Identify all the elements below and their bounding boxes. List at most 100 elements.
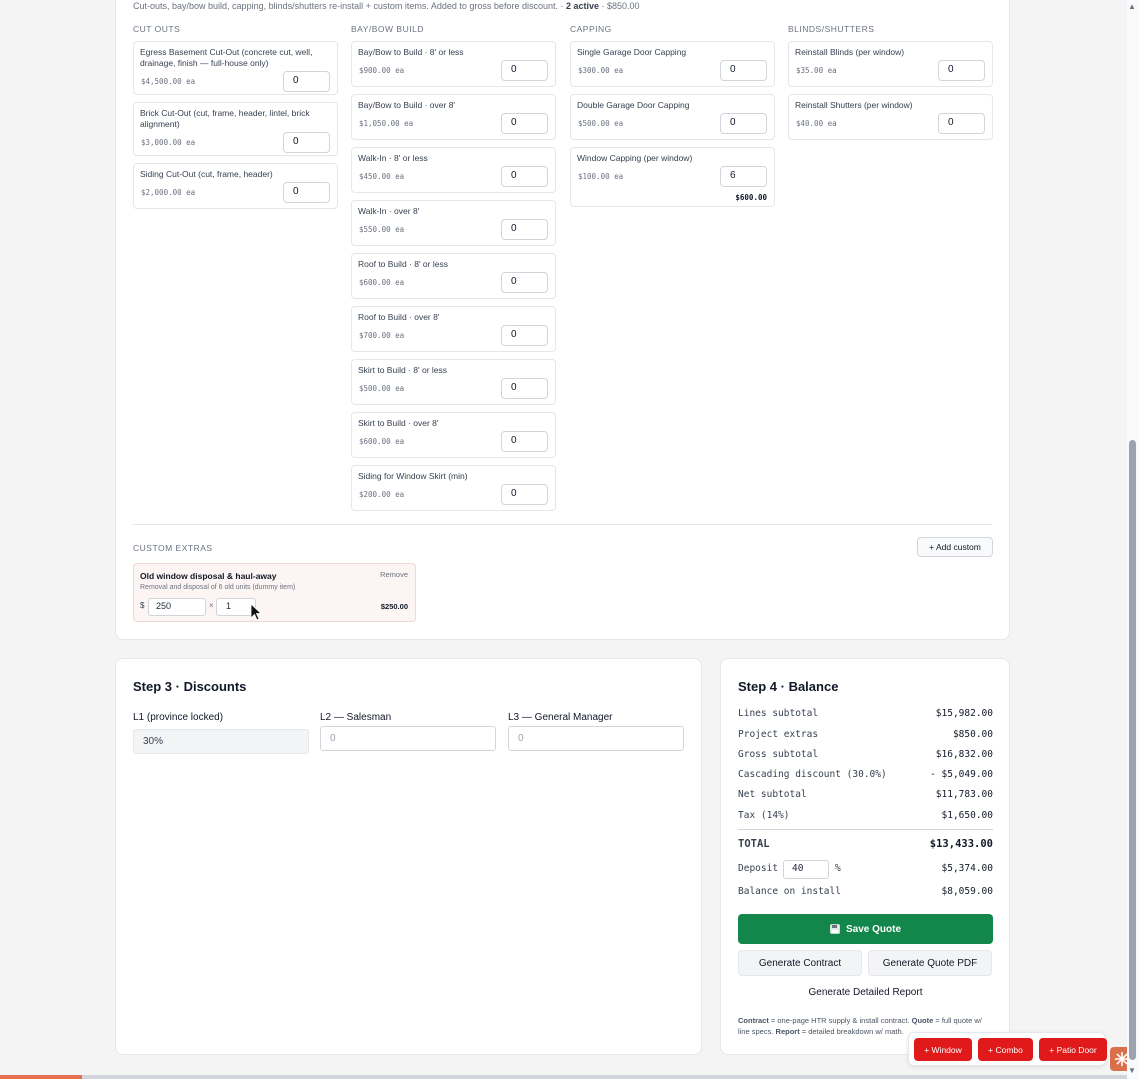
l1-label: L1 (province locked) <box>133 712 224 723</box>
extra-item-name: Egress Basement Cut-Out (concrete cut, w… <box>140 47 313 68</box>
generate-contract-button[interactable]: Generate Contract <box>738 950 862 976</box>
extra-item: Walk-In · over 8' $550.00 ea 0 <box>351 200 556 246</box>
balance-row-label: Net subtotal <box>738 789 807 800</box>
custom-price-input[interactable]: 250 <box>148 598 206 616</box>
balance-row-label: Gross subtotal <box>738 749 819 760</box>
balance-row: Gross subtotal $16,832.00 <box>738 749 993 760</box>
add-patio-door-button[interactable]: + Patio Door <box>1039 1038 1107 1061</box>
balance-on-install-label: Balance on install <box>738 886 841 897</box>
extra-item: Reinstall Blinds (per window) $35.00 ea 0 <box>788 41 993 87</box>
deposit-percent-input[interactable]: 40 <box>783 860 829 879</box>
divider <box>133 524 992 525</box>
extra-item-name: Reinstall Shutters (per window) <box>795 100 913 110</box>
extra-item-name: Skirt to Build · 8' or less <box>358 365 448 375</box>
extra-item-name: Walk-In · 8' or less <box>358 153 428 163</box>
extra-item-name: Reinstall Blinds (per window) <box>795 47 905 57</box>
extra-item: Bay/Bow to Build · over 8' $1,050.00 ea 0 <box>351 94 556 140</box>
total-label: TOTAL <box>738 838 770 850</box>
total-divider <box>738 829 993 830</box>
extra-item-qty-input[interactable]: 0 <box>501 219 548 240</box>
add-window-button[interactable]: + Window <box>914 1038 972 1061</box>
add-combo-button[interactable]: + Combo <box>978 1038 1033 1061</box>
extra-item-price: $450.00 ea <box>359 172 405 181</box>
balance-row-label: Tax (14%) <box>738 810 790 821</box>
balance-row-value: $11,783.00 <box>935 789 993 800</box>
extra-item-qty-input[interactable]: 0 <box>501 484 548 505</box>
extra-item-price: $2,000.00 ea <box>141 188 196 197</box>
scroll-up-icon[interactable]: ▲ <box>1128 2 1136 11</box>
extra-item-price: $200.00 ea <box>359 490 405 499</box>
custom-extra-total: $250.00 <box>380 602 408 611</box>
generate-quote-pdf-button[interactable]: Generate Quote PDF <box>868 950 992 976</box>
extra-item-qty-input[interactable]: 0 <box>283 132 330 153</box>
extra-item: Egress Basement Cut-Out (concrete cut, w… <box>133 41 338 95</box>
extra-item-qty-input[interactable]: 0 <box>501 378 548 399</box>
extra-item-qty-input[interactable]: 0 <box>720 60 767 81</box>
extra-item-qty-input[interactable]: 0 <box>501 113 548 134</box>
extra-item-name: Single Garage Door Capping <box>577 47 687 57</box>
extra-item-qty-input[interactable]: 0 <box>501 325 548 346</box>
extra-item-qty-input[interactable]: 0 <box>938 113 985 134</box>
column-title: CAPPING <box>570 24 612 34</box>
balance-row: Project extras $850.00 <box>738 729 993 740</box>
l2-label: L2 — Salesman <box>320 712 392 723</box>
extra-item-price: $500.00 ea <box>578 119 624 128</box>
l3-manager-input[interactable]: 0 <box>508 726 684 751</box>
custom-extra-item: Old window disposal & haul-away Removal … <box>133 563 416 622</box>
extra-item: Single Garage Door Capping $300.00 ea 0 <box>570 41 775 87</box>
extra-item: Walk-In · 8' or less $450.00 ea 0 <box>351 147 556 193</box>
extra-item: Siding Cut-Out (cut, frame, header) $2,00… <box>133 163 338 209</box>
extra-item-name: Siding for Window Skirt (min) <box>358 471 468 481</box>
extra-item-qty-input[interactable]: 0 <box>501 166 548 187</box>
extra-item-qty-input[interactable]: 0 <box>938 60 985 81</box>
currency-symbol: $ <box>140 601 145 610</box>
extra-item-qty-input[interactable]: 0 <box>283 71 330 92</box>
generate-detailed-report-button[interactable]: Generate Detailed Report <box>738 987 993 998</box>
balance-title: Step 4 · Balance <box>738 679 839 694</box>
extra-item: Roof to Build · 8' or less $600.00 ea 0 <box>351 253 556 299</box>
balance-row-value: $15,982.00 <box>935 708 993 719</box>
extra-item-price: $900.00 ea <box>359 66 405 75</box>
scrollbar-thumb[interactable] <box>1129 440 1136 1060</box>
balance-row-label: Lines subtotal <box>738 708 819 719</box>
balance-row: Lines subtotal $15,982.00 <box>738 708 993 719</box>
deposit-unit: % <box>835 863 841 874</box>
balance-row-value: $16,832.00 <box>935 749 993 760</box>
extra-item-qty-input[interactable]: 0 <box>283 182 330 203</box>
extra-item-name: Bay/Bow to Build · over 8' <box>358 100 456 110</box>
deposit-amount: $5,374.00 <box>941 863 993 874</box>
scroll-down-icon[interactable]: ▼ <box>1128 1066 1136 1075</box>
l2-salesman-input[interactable]: 0 <box>320 726 496 751</box>
extra-item-name: Siding Cut-Out (cut, frame, header) <box>140 169 273 179</box>
remove-custom-button[interactable]: Remove <box>380 570 408 579</box>
add-custom-button[interactable]: + Add custom <box>917 537 993 557</box>
extra-item: Bay/Bow to Build · 8' or less $900.00 ea 0 <box>351 41 556 87</box>
extra-item-name: Double Garage Door Capping <box>577 100 690 110</box>
extra-item-price: $700.00 ea <box>359 331 405 340</box>
column-title: BLINDS/SHUTTERS <box>788 24 875 34</box>
balance-row-value: - $5,049.00 <box>930 769 993 780</box>
column-title: CUT OUTS <box>133 24 181 34</box>
extra-item-qty-input[interactable]: 0 <box>720 113 767 134</box>
balance-row-value: $850.00 <box>952 729 993 740</box>
l1-field: 30% <box>133 729 309 754</box>
save-quote-button[interactable]: Save Quote <box>738 914 993 944</box>
extra-item-qty-input[interactable]: 0 <box>501 431 548 452</box>
balance-row: Cascading discount (30.0%) - $5,049.00 <box>738 769 993 780</box>
mouse-cursor-icon <box>250 603 262 621</box>
extra-item-name: Walk-In · over 8' <box>358 206 420 216</box>
extra-item-qty-input[interactable]: 0 <box>501 272 548 293</box>
extra-item-price: $4,500.00 ea <box>141 77 196 86</box>
extra-item-price: $300.00 ea <box>578 66 624 75</box>
discounts-title: Step 3 · Discounts <box>133 679 247 694</box>
extra-item-qty-input[interactable]: 6 <box>720 166 767 187</box>
balance-row-label: Project extras <box>738 729 819 740</box>
times-symbol: × <box>209 601 214 610</box>
total-value: $13,433.00 <box>929 838 993 850</box>
extra-item-name: Skirt to Build · over 8' <box>358 418 439 428</box>
total-row: TOTAL $13,433.00 <box>738 838 993 850</box>
extra-item-price: $600.00 ea <box>359 437 405 446</box>
extra-item-qty-input[interactable]: 0 <box>501 60 548 81</box>
extra-item: Brick Cut-Out (cut, frame, header, linte… <box>133 102 338 156</box>
extra-item: Skirt to Build · over 8' $600.00 ea 0 <box>351 412 556 458</box>
